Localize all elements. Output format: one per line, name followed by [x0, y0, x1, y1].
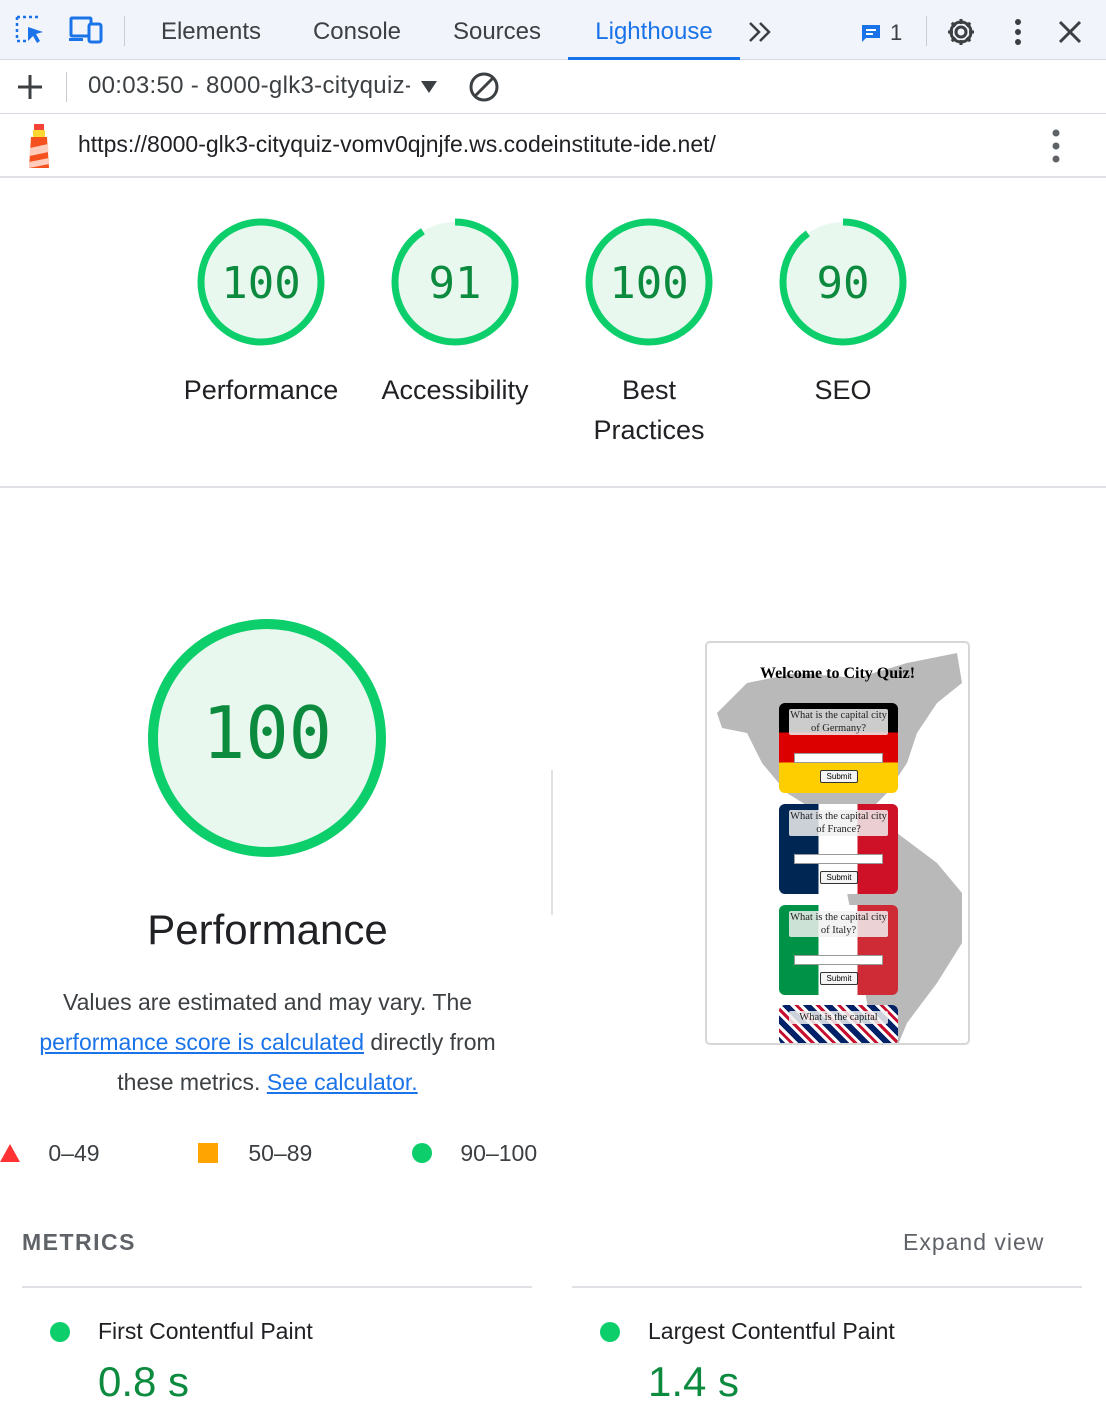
desc-text: Values are estimated and may vary. The [62, 989, 473, 1015]
gauge-label: Accessibility [381, 375, 529, 405]
legend-average: 50–89 [198, 1140, 312, 1167]
tab-elements[interactable]: Elements [152, 0, 270, 60]
performance-description: Values are estimated and may vary. The p… [10, 982, 525, 1102]
card-question: What is the capital city of France? [789, 810, 888, 836]
report-selector[interactable]: 00:03:50 - 8000-glk3-cityquiz-vomv0qjnjf… [88, 72, 410, 100]
gauge-label: Performance [183, 375, 339, 405]
performance-score: 100 [202, 691, 332, 775]
inspect-element-icon[interactable] [14, 14, 46, 51]
pass-dot-icon [600, 1322, 620, 1342]
card-answer-input [794, 854, 883, 864]
gauge-score: 100 [609, 258, 688, 309]
gauge-score: 91 [429, 258, 482, 309]
red-triangle-icon [0, 1144, 20, 1162]
metric-fcp-name: First Contentful Paint [98, 1318, 313, 1344]
settings-gear-icon[interactable] [945, 16, 977, 53]
section-divider [551, 770, 553, 915]
green-circle-icon [412, 1143, 432, 1163]
gauge-label: SEO [814, 375, 872, 405]
card-submit-button: Submit [820, 770, 858, 783]
tab-sources[interactable]: Sources [442, 0, 552, 60]
gauge-best-practices[interactable]: 100 Best Practices [559, 216, 739, 450]
issues-counter[interactable]: 1 [860, 18, 902, 48]
metric-lcp-value: 1.4 s [648, 1358, 740, 1405]
card-submit-button: Submit [820, 972, 858, 985]
pass-dot-icon [50, 1322, 70, 1342]
quiz-card-france: What is the capital city of France? Subm… [779, 804, 898, 894]
legend-pass: 90–100 [412, 1140, 537, 1167]
lighthouse-toolbar: 00:03:50 - 8000-glk3-cityquiz-vomv0qjnjf… [0, 60, 1106, 114]
gauge-score: 90 [817, 258, 870, 309]
gauge-accessibility[interactable]: 91 Accessibility [365, 216, 545, 410]
legend-fail-label: 0–49 [48, 1140, 100, 1166]
see-calculator-link[interactable]: See calculator. [267, 1069, 418, 1095]
tab-lighthouse[interactable]: Lighthouse [568, 0, 740, 60]
dropdown-arrow-icon[interactable] [420, 80, 438, 99]
performance-title: Performance [147, 906, 388, 953]
metrics-divider-right [572, 1286, 1082, 1288]
quiz-card-italy: What is the capital city of Italy? Submi… [779, 905, 898, 995]
card-submit-button: Submit [820, 871, 858, 884]
card-answer-input [794, 955, 883, 965]
card-question: What is the capital city of Germany? [789, 709, 888, 735]
device-toolbar-icon[interactable] [68, 14, 104, 51]
metrics-divider-left [22, 1286, 532, 1288]
quiz-card-germany: What is the capital city of Germany? Sub… [779, 703, 898, 793]
expand-view-toggle[interactable]: Expand view [903, 1229, 1044, 1256]
score-calculated-link[interactable]: performance score is calculated [39, 1029, 364, 1055]
gauge-ring: 90 [779, 218, 907, 346]
legend-pass-label: 90–100 [460, 1140, 538, 1166]
issues-count: 1 [890, 20, 903, 45]
clear-block-icon[interactable] [468, 71, 500, 108]
legend-fail: 0–49 [0, 1140, 100, 1167]
score-gauges: 100 Performance 91 Accessibility 100 Bes… [0, 178, 1106, 488]
final-screenshot-thumbnail[interactable]: Welcome to City Quiz! What is the capita… [705, 641, 970, 1045]
gauge-performance[interactable]: 100 Performance [171, 216, 351, 410]
gauge-ring: 100 [197, 218, 325, 346]
metrics-heading: METRICS [22, 1229, 136, 1255]
quiz-card-uk: What is the capital [779, 1005, 898, 1043]
devtools-tabbar: Elements Console Sources Lighthouse 1 [0, 0, 1106, 60]
gauge-label: Best Practices [593, 375, 705, 445]
new-report-plus-icon[interactable] [16, 73, 44, 106]
gauge-seo[interactable]: 90 SEO [753, 216, 933, 410]
gauge-ring: 91 [391, 218, 519, 346]
message-icon [862, 25, 880, 42]
card-answer-input [794, 753, 883, 763]
more-options-kebab-icon[interactable] [1010, 18, 1026, 51]
close-devtools-icon[interactable] [1057, 19, 1083, 50]
report-menu-kebab-icon[interactable] [1048, 128, 1064, 169]
card-question: What is the capital [789, 1011, 888, 1024]
orange-square-icon [198, 1143, 218, 1163]
metric-fcp-value: 0.8 s [98, 1358, 190, 1405]
report-url-bar: https://8000-glk3-cityquiz-vomv0qjnjfe.w… [0, 114, 1106, 178]
legend-average-label: 50–89 [248, 1140, 313, 1166]
audited-url[interactable]: https://8000-glk3-cityquiz-vomv0qjnjfe.w… [78, 131, 716, 158]
tab-console[interactable]: Console [302, 0, 412, 60]
lighthouse-logo-icon [22, 122, 56, 175]
card-question: What is the capital city of Italy? [789, 911, 888, 937]
more-tabs-chevron-icon[interactable] [746, 20, 774, 49]
thumbnail-title: Welcome to City Quiz! [759, 665, 916, 682]
performance-big-gauge: 100 [147, 618, 387, 858]
gauge-ring: 100 [585, 218, 713, 346]
metric-lcp-name: Largest Contentful Paint [648, 1318, 895, 1344]
gauge-score: 100 [221, 258, 300, 309]
